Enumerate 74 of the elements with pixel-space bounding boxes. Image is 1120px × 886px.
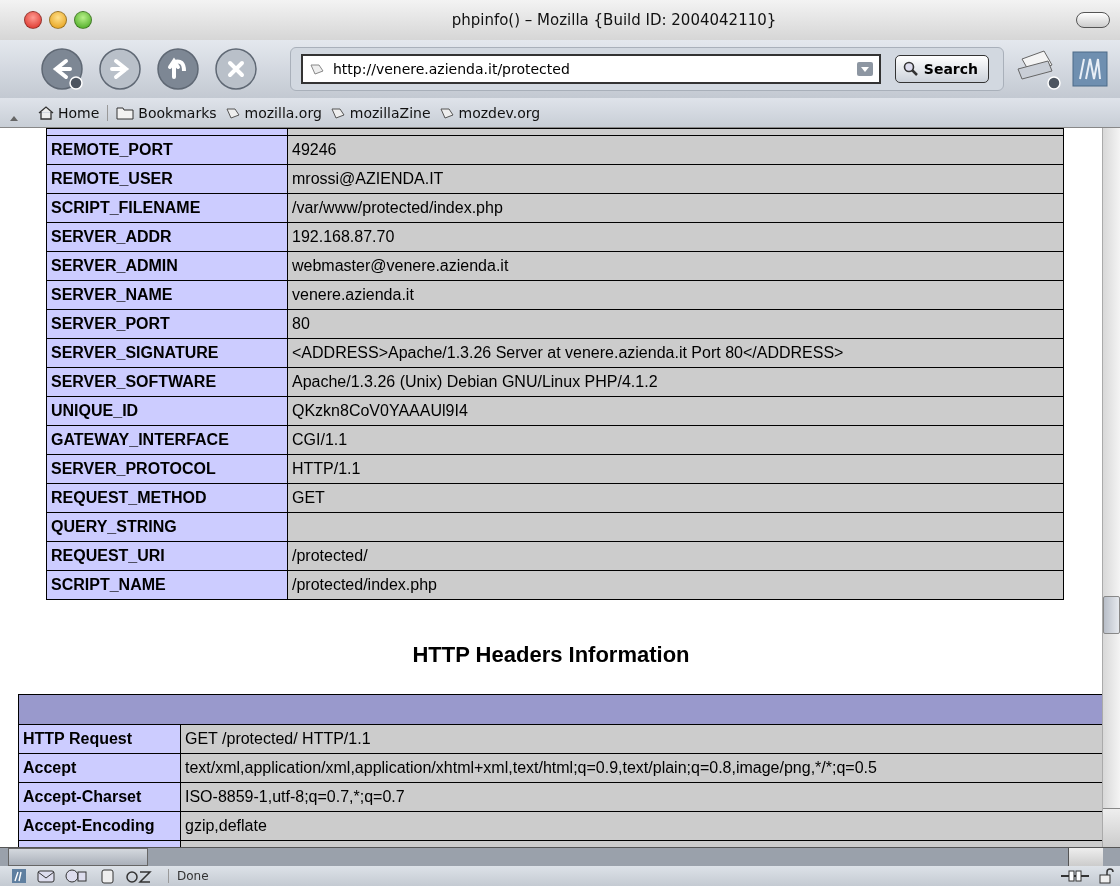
bookmark-icon [224, 105, 241, 120]
table-cell: HTTP Request [18, 724, 181, 754]
scroll-arrows-icon[interactable] [1103, 808, 1120, 847]
mozilla-logo-icon[interactable] [1072, 51, 1108, 87]
table-cell: REMOTE_USER [46, 164, 288, 194]
bookmark-item[interactable]: mozdev.org [438, 104, 541, 121]
search-button[interactable]: Search [894, 55, 989, 83]
bookmark-item[interactable]: Home [38, 104, 109, 121]
toolbar-toggle-button[interactable] [1076, 12, 1110, 28]
home-icon [38, 105, 54, 120]
table-cell: Accept-Charset [18, 782, 181, 812]
table-cell: SERVER_NAME [46, 280, 288, 310]
table-cell: REMOTE_PORT [46, 135, 288, 165]
window-title: phpinfo() – Mozilla {Build ID: 2004042110} [450, 11, 778, 29]
table-cell: webmaster@venere.azienda.it [287, 251, 1064, 281]
table-cell: QKzkn8CoV0YAAAUl9I4 [287, 396, 1064, 426]
table-cell: HTTP/1.1 [287, 454, 1064, 484]
bookmark-icon [438, 105, 455, 120]
table-cell: 49246 [287, 135, 1064, 165]
zoom-button[interactable] [74, 11, 92, 29]
table-cell: SCRIPT_FILENAME [46, 193, 288, 223]
table-cell: SERVER_SOFTWARE [46, 367, 288, 397]
bookmark-item[interactable]: mozillaZine [329, 104, 431, 121]
table-cell: venere.azienda.it [287, 280, 1064, 310]
table-cell: GATEWAY_INTERFACE [46, 425, 288, 455]
table-cell: Accept [18, 753, 181, 783]
table-cell: /protected/index.php [287, 570, 1064, 600]
connection-icon [1060, 869, 1090, 883]
vertical-scrollbar[interactable] [1102, 128, 1120, 847]
table-cell: REQUEST_URI [46, 541, 288, 571]
reload-button[interactable] [154, 45, 202, 93]
table-cell: SERVER_ADDR [46, 222, 288, 252]
folder-icon [116, 105, 135, 120]
bookmark-item[interactable]: Bookmarks [116, 104, 217, 121]
table-cell: <ADDRESS>Apache/1.3.26 Server at venere.azienda.it Port 80</ADDRESS> [287, 338, 1064, 368]
search-icon [901, 61, 920, 77]
table-cell: GET /protected/ HTTP/1.1 [180, 724, 1102, 754]
bookmark-icon [329, 105, 346, 120]
scroll-thumb[interactable] [8, 848, 148, 866]
section-heading: HTTP Headers Information [411, 642, 691, 668]
bookmark-item[interactable]: mozilla.org [224, 104, 322, 121]
table-cell: /protected/ [287, 541, 1064, 571]
table-cell: CGI/1.1 [287, 425, 1064, 455]
back-button[interactable] [38, 45, 86, 93]
table-cell: GET [287, 483, 1064, 513]
table-cell: Accept-Encoding [18, 811, 181, 841]
horizontal-scrollbar[interactable] [0, 847, 1120, 866]
minimize-button[interactable] [49, 11, 67, 29]
printer-icon[interactable] [1014, 47, 1062, 91]
table-cell: 192.168.87.70 [287, 222, 1064, 252]
table-cell: mrossi@AZIENDA.IT [287, 164, 1064, 194]
table-cell: SERVER_PROTOCOL [46, 454, 288, 484]
address-field[interactable]: http://venere.azienda.it/protected [301, 54, 881, 84]
table-cell: UNIQUE_ID [46, 396, 288, 426]
close-button[interactable] [24, 11, 42, 29]
collapse-arrow-icon[interactable] [10, 116, 18, 121]
table-cell: SERVER_ADMIN [46, 251, 288, 281]
status-text: Done [168, 869, 1052, 883]
table-cell: 80 [287, 309, 1064, 339]
table-cell: gzip,deflate [180, 811, 1102, 841]
table-cell: Apache/1.3.26 (Unix) Debian GNU/Linux PHP/4.1.2 [287, 367, 1064, 397]
table-cell: text/xml,application/xml,application/xhtml+xml,text/html;q=0.9,text/plain;q=0.8,image/png,*/*;q=0.5 [180, 753, 1102, 783]
table-cell: REQUEST_METHOD [46, 483, 288, 513]
dropdown-button[interactable] [856, 62, 873, 76]
table-cell: SERVER_PORT [46, 309, 288, 339]
table-cell: ISO-8859-1,utf-8;q=0.7,*;q=0.7 [180, 782, 1102, 812]
table-cell: /var/www/protected/index.php [287, 193, 1064, 223]
scroll-arrows-icon[interactable] [1068, 848, 1103, 866]
scroll-thumb[interactable] [1103, 596, 1120, 634]
table-cell: SCRIPT_NAME [46, 570, 288, 600]
lock-icon [1098, 868, 1114, 884]
table-cell: QUERY_STRING [46, 512, 288, 542]
page-icon [309, 62, 325, 76]
table-cell: SERVER_SIGNATURE [46, 338, 288, 368]
